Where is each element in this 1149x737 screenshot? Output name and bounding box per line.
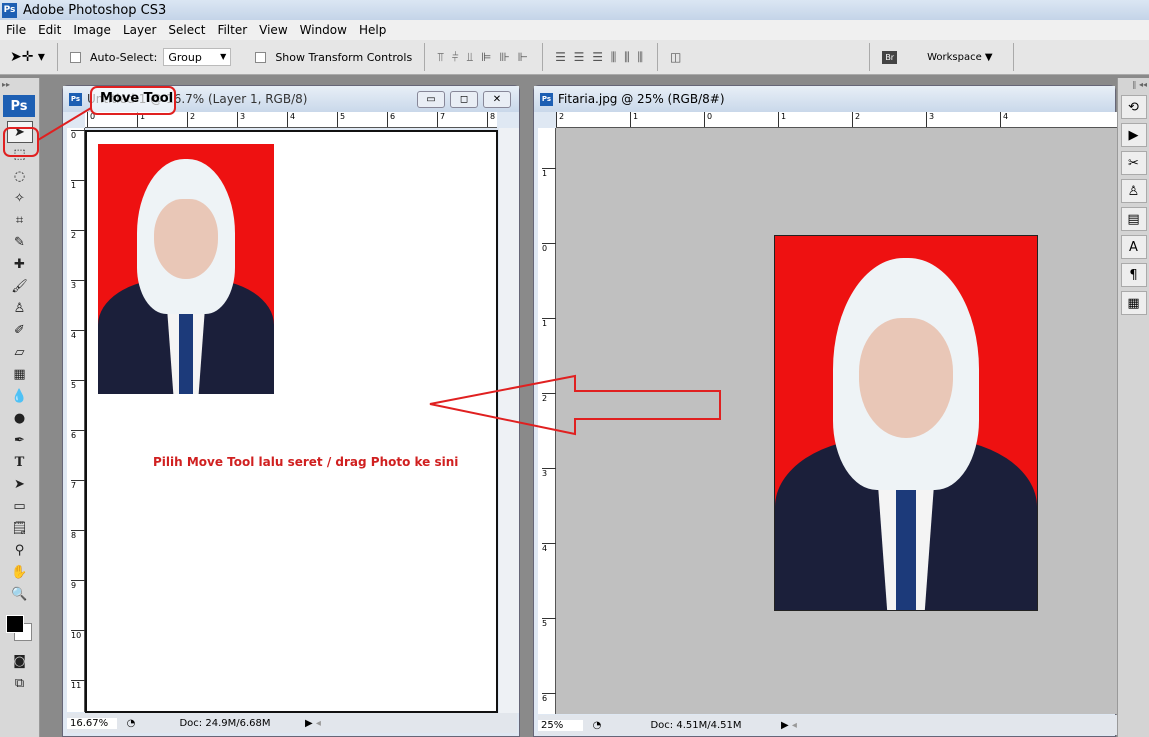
move-tool-highlight	[3, 127, 39, 157]
callout-line	[37, 107, 92, 141]
annotation-overlay	[3, 86, 721, 436]
callout-text: Move Tool	[100, 91, 174, 106]
drag-arrow	[429, 374, 721, 436]
